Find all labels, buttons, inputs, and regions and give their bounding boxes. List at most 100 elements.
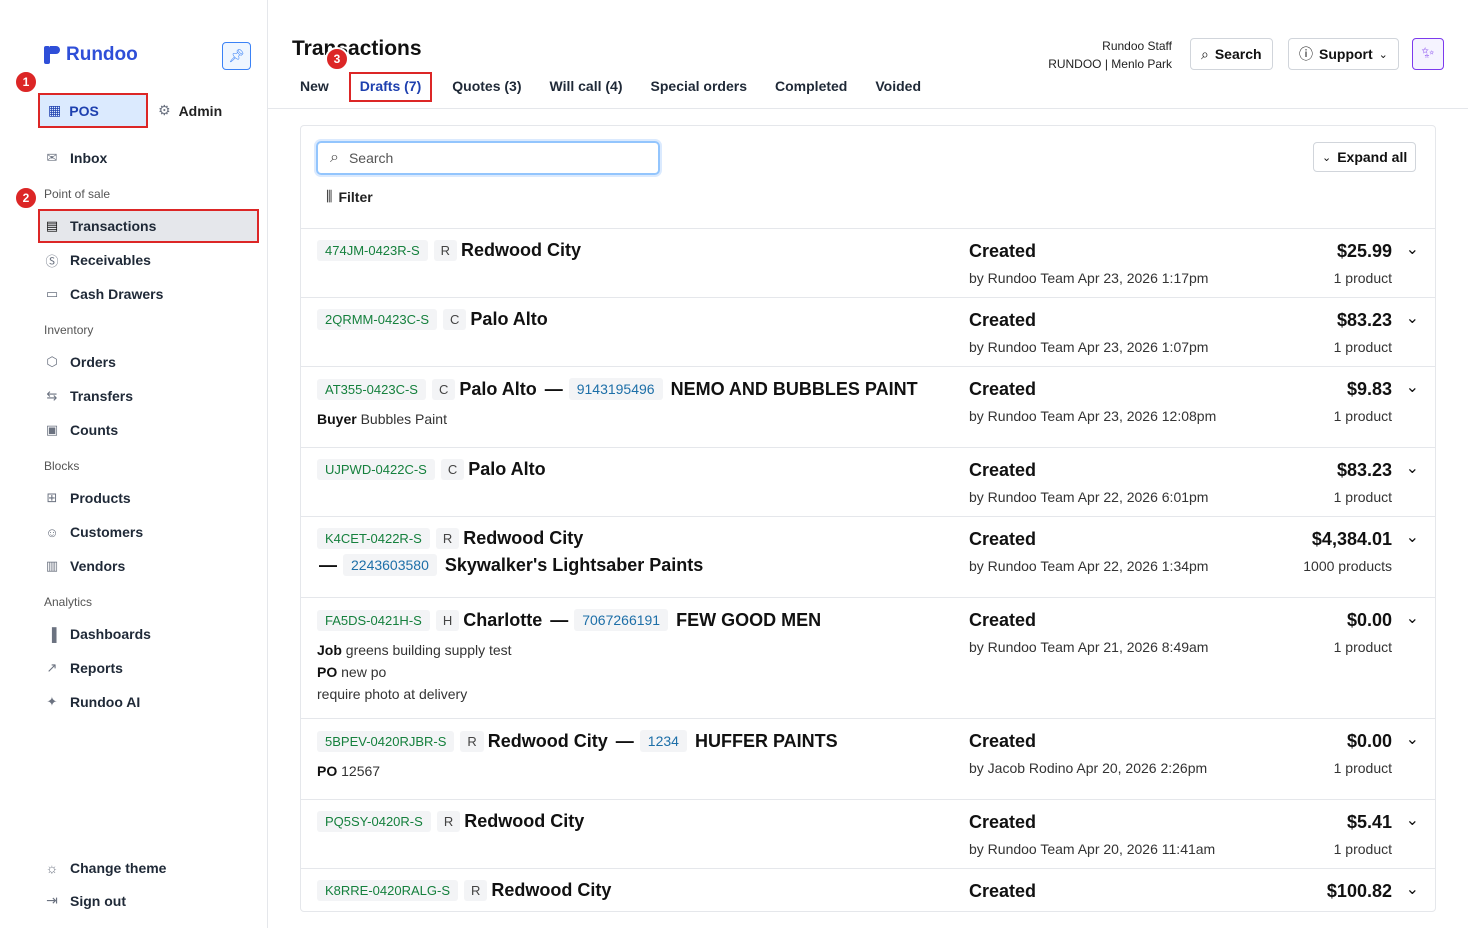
brand-logo[interactable]: Rundoo (44, 44, 138, 66)
row-amount: $5.41 (1346, 812, 1392, 832)
sidebar-item-orders[interactable]: ⬡ Orders (44, 347, 116, 377)
expand-all-button[interactable]: ⌄ Expand all (1313, 142, 1417, 172)
row-header: 2QRMM-0423C-S C Palo Alto (317, 309, 548, 330)
chevron-down-icon[interactable]: ⌄ (1406, 729, 1419, 749)
sidebar-item-customers[interactable]: ☺ Customers (44, 517, 143, 547)
transaction-id[interactable]: K8RRE-0420RALG-S (317, 880, 458, 901)
chevron-down-icon[interactable]: ⌄ (1406, 879, 1419, 899)
detail-key: PO (317, 664, 338, 680)
row-amount: $83.23 (1336, 460, 1392, 480)
tab-completed[interactable]: Completed (767, 72, 861, 102)
table-row[interactable]: PQ5SY-0420R-S R Redwood City Created by Rund… (301, 799, 1435, 868)
mode-pos-button[interactable]: ▦ POS (38, 93, 148, 128)
sidebar-item-rundoo-ai[interactable]: ✦ Rundoo AI (44, 687, 141, 717)
location-name: Palo Alto (459, 378, 537, 399)
product-count: 1 product (1333, 489, 1392, 505)
dollar-circle-icon: Ⓢ (45, 253, 59, 269)
sidebar-item-dashboards[interactable]: ▐ Dashboards (44, 619, 151, 649)
created-by: by Rundoo Team Apr 22, 2026 1:34pm (969, 558, 1209, 574)
support-button[interactable]: ⓘ Support ⌄ (1288, 38, 1399, 70)
product-count: 1 product (1333, 270, 1392, 286)
document-icon: ▤ (45, 218, 59, 233)
location-code-badge: C (440, 459, 465, 480)
tab-drafts[interactable]: Drafts (7) (348, 72, 433, 102)
staff-info: Rundoo Staff RUNDOO | Menlo Park (1048, 37, 1172, 73)
table-row[interactable]: K8RRE-0420RALG-S R Redwood City Created $100… (301, 868, 1435, 911)
tab-voided[interactable]: Voided (867, 72, 935, 102)
sidebar-item-inbox[interactable]: ✉ Inbox (44, 143, 108, 173)
separator-dash: — (550, 609, 569, 630)
tab-new[interactable]: New (292, 72, 343, 102)
detail-value: 12567 (341, 763, 381, 779)
customer-phone[interactable]: 9143195496 (568, 378, 663, 400)
chevron-down-icon[interactable]: ⌄ (1406, 810, 1419, 830)
transaction-id[interactable]: FA5DS-0421H-S (317, 609, 430, 631)
row-amount: $100.82 (1326, 881, 1392, 901)
transaction-id[interactable]: 2QRMM-0423C-S (317, 309, 438, 330)
product-count: 1000 products (1303, 558, 1392, 574)
table-row[interactable]: AT355-0423C-S C Palo Alto —9143195496 NEMO A… (301, 366, 1435, 447)
customer-phone[interactable]: 7067266191 (574, 609, 669, 631)
row-amount: $0.00 (1346, 610, 1392, 630)
table-row[interactable]: K4CET-0422R-S R Redwood City — 2243603580 Sky… (301, 516, 1435, 597)
transaction-tabs: New Drafts (7) Quotes (3) Will call (4) … (292, 72, 941, 102)
filter-button[interactable]: ⫼ Filter (326, 188, 373, 205)
table-row[interactable]: UJPWD-0422C-S C Palo Alto Created by Rundoo … (301, 447, 1435, 516)
location-code-badge: C (443, 309, 467, 330)
sidebar-item-cash-drawers[interactable]: ▭ Cash Drawers (44, 279, 164, 309)
status-label: Created (969, 310, 1037, 330)
transaction-id[interactable]: K4CET-0422R-S (317, 528, 430, 549)
tab-special-orders[interactable]: Special orders (643, 72, 762, 102)
table-row[interactable]: 474JM-0423R-S R Redwood City Created by Rund… (301, 228, 1435, 297)
header-search-button[interactable]: ⌕ Search (1190, 38, 1273, 70)
chevron-down-icon[interactable]: ⌄ (1406, 239, 1419, 259)
detail-value: new po (341, 664, 387, 680)
row-detail: Buyer Bubbles Paint (317, 411, 447, 427)
annotation-badge-2: 2 (14, 186, 38, 210)
tab-will-call[interactable]: Will call (4) (542, 72, 637, 102)
sidebar-item-vendors[interactable]: ▥ Vendors (44, 551, 125, 581)
pin-sidebar-button[interactable]: 📌︎ (222, 42, 251, 70)
chevron-down-icon[interactable]: ⌄ (1406, 308, 1419, 328)
sidebar-item-reports[interactable]: ↗ Reports (44, 653, 123, 683)
customer-phone[interactable]: 1234 (639, 730, 687, 752)
search-field[interactable]: ⌕ (316, 141, 660, 175)
chevron-down-icon[interactable]: ⌄ (1406, 458, 1419, 478)
row-header: AT355-0423C-S C Palo Alto —9143195496 NEMO A… (317, 378, 918, 400)
transaction-id[interactable]: UJPWD-0422C-S (317, 459, 435, 480)
ai-assistant-button[interactable]: ✨︎ (1412, 38, 1444, 70)
transaction-id[interactable]: PQ5SY-0420R-S (317, 811, 431, 832)
sidebar-item-receivables[interactable]: Ⓢ Receivables (44, 245, 151, 275)
chevron-down-icon[interactable]: ⌄ (1406, 377, 1419, 397)
header-search-label: Search (1214, 46, 1262, 62)
created-by: by Rundoo Team Apr 23, 2026 1:07pm (969, 339, 1209, 355)
change-theme-button[interactable]: ☼ Change theme (44, 860, 167, 876)
location-name: Redwood City (491, 880, 612, 900)
search-input[interactable] (348, 150, 629, 166)
sign-out-label: Sign out (70, 892, 126, 909)
sidebar-item-label: Inbox (70, 150, 108, 166)
table-row[interactable]: FA5DS-0421H-S H Charlotte —7067266191 FEW GO… (301, 597, 1435, 718)
table-row[interactable]: 5BPEV-0420RJBR-S R Redwood City —1234 HUFFER… (301, 718, 1435, 799)
table-row[interactable]: 2QRMM-0423C-S C Palo Alto Created by Rundoo … (301, 297, 1435, 366)
transaction-id[interactable]: 5BPEV-0420RJBR-S (317, 730, 455, 752)
transactions-panel: ⌕ ⫼ Filter ⌄ Expand all 474JM-0423R-SRRe… (300, 125, 1436, 912)
detail-key: Buyer (317, 411, 357, 427)
transaction-id[interactable]: 474JM-0423R-S (317, 240, 428, 261)
sign-out-button[interactable]: ⇥ Sign out (44, 892, 126, 909)
mode-pos-label: POS (69, 102, 99, 119)
sidebar-item-label: Receivables (70, 252, 151, 268)
sidebar-item-products[interactable]: ⊞ Products (44, 483, 131, 513)
transaction-id[interactable]: AT355-0423C-S (317, 378, 426, 400)
row-amount: $25.99 (1336, 241, 1392, 261)
sidebar-item-counts[interactable]: ▣ Counts (44, 415, 118, 445)
sidebar-item-transactions[interactable]: ▤ Transactions (44, 211, 157, 241)
chevron-down-icon[interactable]: ⌄ (1406, 608, 1419, 628)
tab-quotes[interactable]: Quotes (3) (444, 72, 535, 102)
location-code-badge: H (435, 609, 460, 631)
mode-admin-button[interactable]: ⚙ Admin (158, 93, 222, 128)
clipboard-icon: ▣ (45, 422, 59, 437)
sidebar-item-transfers[interactable]: ⇆ Transfers (44, 381, 134, 411)
chevron-down-icon[interactable]: ⌄ (1406, 527, 1419, 547)
customer-phone[interactable]: 2243603580 (343, 554, 437, 576)
